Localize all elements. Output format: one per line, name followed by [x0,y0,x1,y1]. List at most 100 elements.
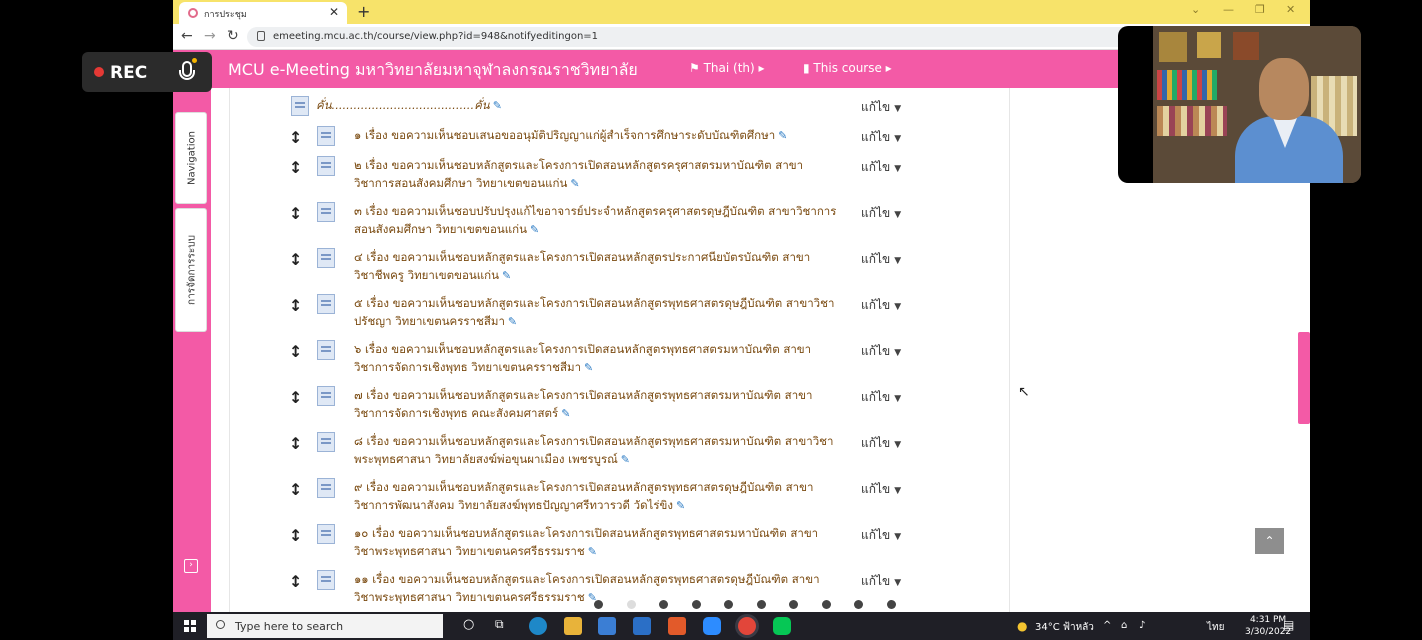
back-to-top-button[interactable]: ⌃ [1255,528,1284,554]
edit-title-pencil-icon[interactable]: ✎ [778,129,787,142]
windows-start-icon[interactable] [184,620,196,632]
edit-menu[interactable]: แก้ไข ▼ [861,388,901,407]
course-item-title[interactable]: คั่น....................................… [316,96,856,115]
course-item-title[interactable]: ๘ เรื่อง ขอความเห็นชอบหลักสูตรและโครงการ… [342,432,862,469]
file-explorer-icon[interactable] [564,617,582,635]
edit-title-pencil-icon[interactable]: ✎ [508,315,517,328]
caret-down-icon: ▼ [894,134,902,144]
reload-icon[interactable]: ↻ [227,28,239,44]
file-icon[interactable] [317,202,335,222]
edit-menu[interactable]: แก้ไข ▼ [861,98,901,117]
chevron-up-icon: ⌃ [1264,534,1275,548]
move-icon[interactable]: ↕ [289,388,302,407]
move-icon[interactable]: ↕ [289,296,302,315]
course-item-title[interactable]: ๑ เรื่อง ขอความเห็นชอบเสนอขออนุมัติปริญญ… [342,126,862,145]
edit-title-pencil-icon[interactable]: ✎ [676,499,685,512]
weather-text[interactable]: 34°C ฟ้าหลัว [1035,620,1094,635]
file-icon[interactable] [317,248,335,268]
file-icon[interactable] [317,156,335,176]
edit-title-pencil-icon[interactable]: ✎ [530,223,539,236]
course-item-title[interactable]: ๖ เรื่อง ขอความเห็นชอบหลักสูตรและโครงการ… [342,340,862,377]
edge-icon[interactable] [529,617,547,635]
file-icon[interactable] [317,524,335,544]
move-icon[interactable]: ↕ [289,526,302,545]
move-icon[interactable]: ↕ [289,250,302,269]
move-icon[interactable]: ↕ [289,128,302,147]
file-icon[interactable] [317,478,335,498]
course-item-title[interactable]: ๗ เรื่อง ขอความเห็นชอบหลักสูตรและโครงการ… [342,386,862,423]
speaker-icon[interactable]: ♪ [1139,620,1145,631]
edit-menu[interactable]: แก้ไข ▼ [861,204,901,223]
move-icon[interactable]: ↕ [289,480,302,499]
edit-title-pencil-icon[interactable]: ✎ [570,177,579,190]
edit-title-pencil-icon[interactable]: ✎ [502,269,511,282]
site-brand[interactable]: MCU e-Meeting มหาวิทยาลัยมหาจุฬาลงกรณราช… [228,58,638,83]
edit-title-pencil-icon[interactable]: ✎ [584,361,593,374]
line-app-icon[interactable] [773,617,791,635]
move-icon[interactable]: ↕ [289,572,302,591]
new-tab-button[interactable]: + [357,2,370,21]
edit-menu[interactable]: แก้ไข ▼ [861,572,901,591]
input-language[interactable]: ไทย [1207,620,1224,635]
edit-menu[interactable]: แก้ไข ▼ [861,480,901,499]
file-icon[interactable] [317,340,335,360]
edit-title-pencil-icon[interactable]: ✎ [493,99,502,112]
this-course-menu[interactable]: ▮ This course ▸ [803,61,892,75]
edit-menu[interactable]: แก้ไข ▼ [861,296,901,315]
edit-menu[interactable]: แก้ไข ▼ [861,342,901,361]
store-icon[interactable] [598,617,616,635]
mail-icon[interactable] [633,617,651,635]
file-icon[interactable] [317,126,335,146]
navigation-block-tab[interactable]: Navigation [175,112,207,204]
edit-menu[interactable]: แก้ไข ▼ [861,434,901,453]
tab-search-chevron-icon[interactable]: ⌄ [1191,3,1200,16]
move-icon[interactable]: ↕ [289,158,302,177]
office-icon[interactable] [668,617,686,635]
course-item-title[interactable]: ๕ เรื่อง ขอความเห็นชอบหลักสูตรและโครงการ… [342,294,862,331]
course-item-title[interactable]: ๙ เรื่อง ขอความเห็นชอบหลักสูตรและโครงการ… [342,478,862,515]
edit-menu-label: แก้ไข [861,574,891,588]
file-icon[interactable] [317,294,335,314]
close-window-icon[interactable]: ✕ [1286,3,1295,16]
chrome-icon[interactable] [738,617,756,635]
taskbar-search[interactable]: Type here to search [207,614,443,638]
notification-icon[interactable]: ▤ [1283,618,1294,632]
edit-title-pencil-icon[interactable]: ✎ [621,453,630,466]
zoom-app-icon[interactable] [703,617,721,635]
back-arrow-icon[interactable]: ← [181,28,193,44]
edit-menu[interactable]: แก้ไข ▼ [861,526,901,545]
course-item-title[interactable]: ๓ เรื่อง ขอความเห็นชอบปรับปรุงแก้ไขอาจาร… [342,202,862,239]
edit-title-pencil-icon[interactable]: ✎ [561,407,570,420]
move-icon[interactable]: ↕ [289,204,302,223]
minimize-icon[interactable]: — [1223,3,1234,16]
administration-block-tab[interactable]: การจัดการระบบ [175,208,207,332]
tab-close-icon[interactable]: ✕ [329,5,339,19]
course-item-title[interactable]: ๑๐ เรื่อง ขอความเห็นชอบหลักสูตรและโครงกา… [342,524,862,561]
move-icon[interactable]: ↕ [289,434,302,453]
dock-toggle-icon[interactable]: › [184,559,198,573]
edit-menu-label: แก้ไข [861,344,891,358]
course-item-title[interactable]: ๔ เรื่อง ขอความเห็นชอบหลักสูตรและโครงการ… [342,248,862,285]
edit-title-pencil-icon[interactable]: ✎ [588,545,597,558]
network-icon[interactable]: ⌂ [1121,620,1127,631]
caret-down-icon: ▼ [894,440,902,450]
language-menu[interactable]: ⚑ Thai (th) ▸ [689,61,765,75]
url-field[interactable]: emeeting.mcu.ac.th/course/view.php?id=94… [247,27,1207,47]
cortana-icon[interactable]: ○ [463,617,474,632]
course-item-title[interactable]: ๒ เรื่อง ขอความเห็นชอบหลักสูตรและโครงการ… [342,156,862,193]
tray-overflow-icon[interactable]: ^ [1103,620,1111,631]
participant-video[interactable] [1118,26,1361,183]
forward-arrow-icon[interactable]: → [204,28,216,44]
file-icon[interactable] [291,96,309,116]
restore-icon[interactable]: ❐ [1255,3,1265,16]
task-view-icon[interactable]: ⧉ [495,617,504,632]
edit-menu[interactable]: แก้ไข ▼ [861,158,901,177]
file-icon[interactable] [317,570,335,590]
tab-active[interactable]: การประชุม ✕ [179,2,347,24]
file-icon[interactable] [317,386,335,406]
file-icon[interactable] [317,432,335,452]
page-scrollbar[interactable] [1298,332,1310,424]
edit-menu[interactable]: แก้ไข ▼ [861,250,901,269]
edit-menu[interactable]: แก้ไข ▼ [861,128,901,147]
move-icon[interactable]: ↕ [289,342,302,361]
